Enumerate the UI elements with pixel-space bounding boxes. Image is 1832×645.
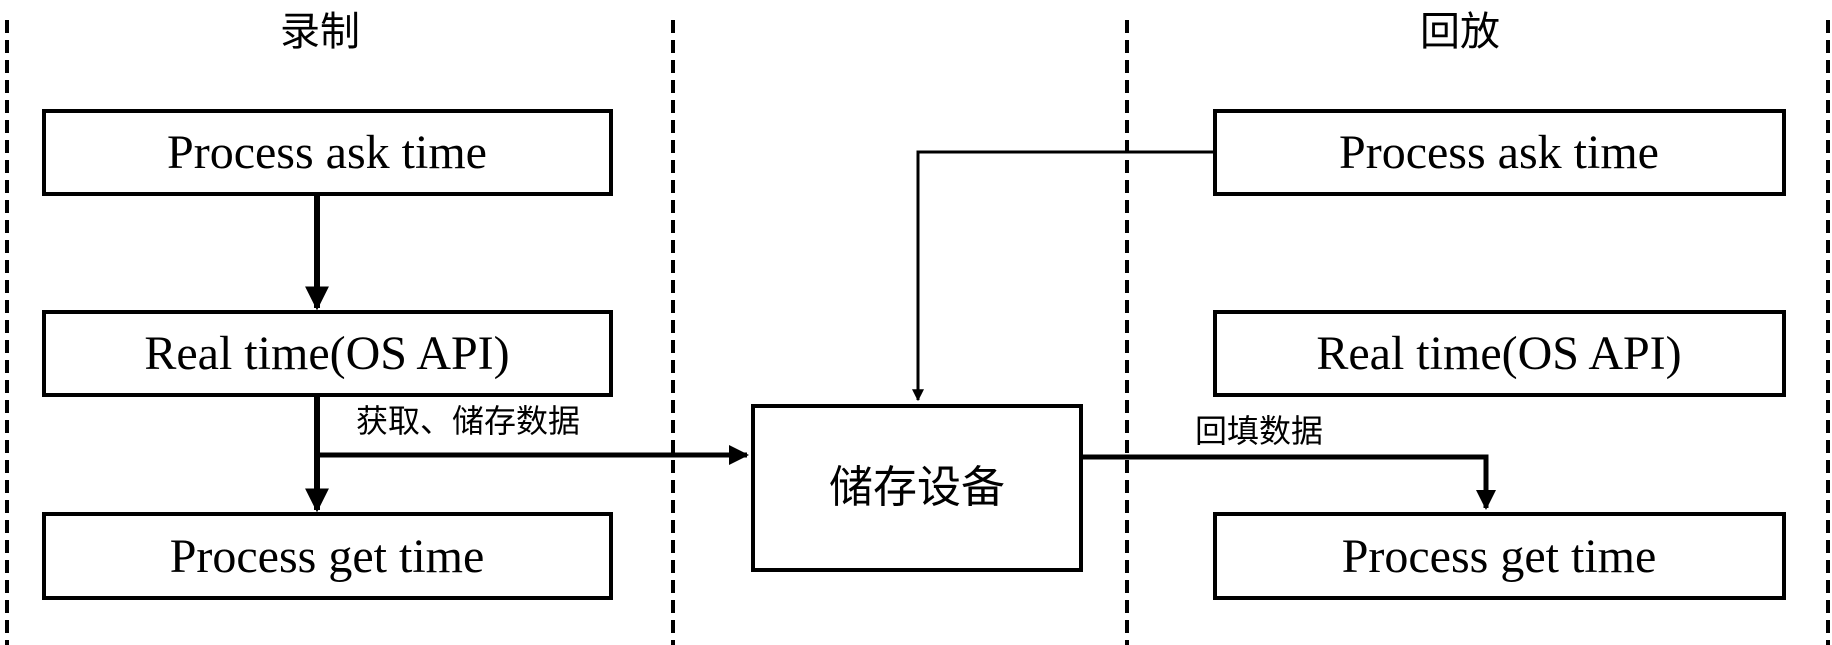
edge-label-store: 获取、储存数据	[356, 403, 580, 439]
record-ask-label: Process ask time	[167, 126, 487, 179]
playback-get-label: Process get time	[1342, 530, 1657, 583]
playback-ask-label: Process ask time	[1339, 126, 1659, 179]
record-get-label: Process get time	[170, 530, 485, 583]
diagram: 录制 回放 Process ask time Real time(OS API)…	[0, 0, 1832, 645]
record-real-label: Real time(OS API)	[144, 327, 509, 380]
edge-label-fill: 回填数据	[1195, 413, 1323, 449]
arrow-playback-ask-to-storage	[912, 150, 1215, 402]
storage-device-label: 储存设备	[829, 463, 1005, 512]
arrow-storage-to-playback-get	[1081, 454, 1496, 510]
flow-diagram: 录制 回放 Process ask time Real time(OS API)…	[5, 9, 1830, 645]
section-title-record: 录制	[280, 9, 360, 54]
playback-real-label: Real time(OS API)	[1316, 327, 1681, 380]
section-title-playback: 回放	[1420, 9, 1500, 54]
